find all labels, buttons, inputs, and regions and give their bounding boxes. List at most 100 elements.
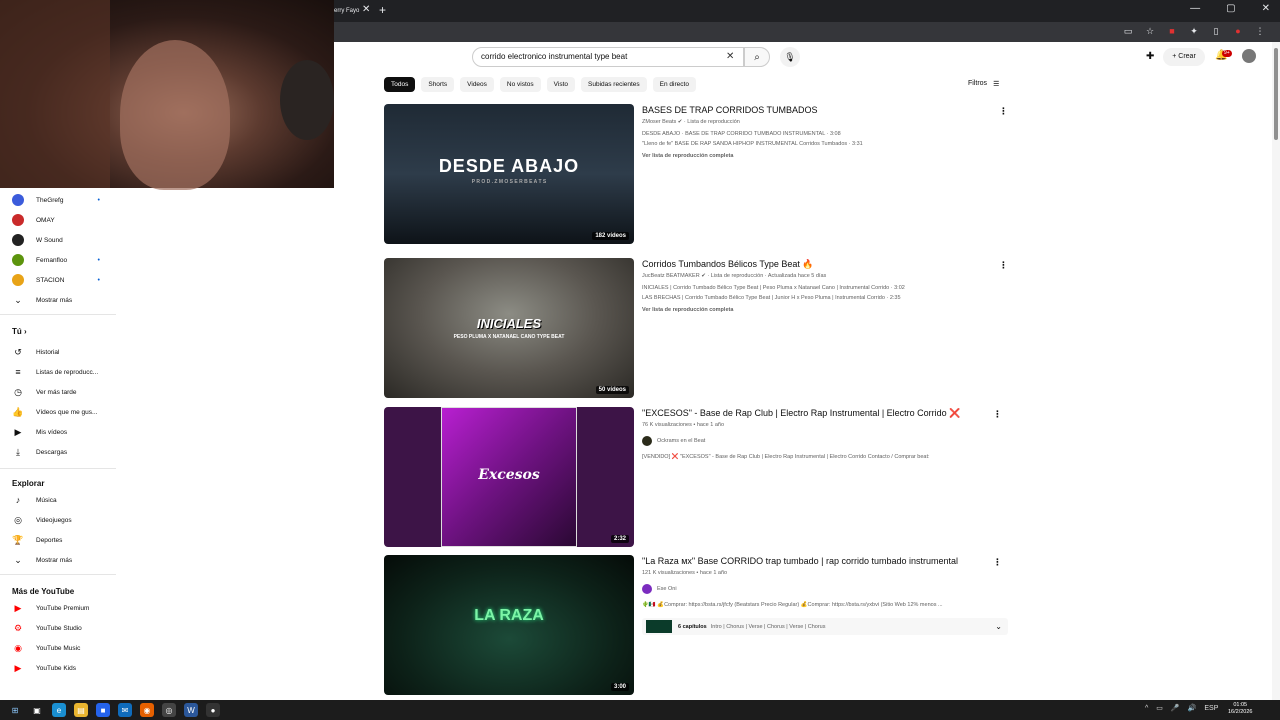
more-actions-icon[interactable]: ⋮ — [993, 409, 1002, 420]
mail-icon[interactable]: ✉ — [118, 703, 132, 717]
sidebar-item-music[interactable]: ♪ Música — [0, 491, 116, 509]
playlist-item[interactable]: DESDE ABAJO · BASE DE TRAP CORRIDO TUMBA… — [642, 131, 1002, 137]
voice-search-button[interactable]: 🎙 — [780, 47, 800, 67]
system-tray: ^ ▭ 🎤 🔊 ESP — [1145, 704, 1218, 713]
obs-icon[interactable]: ● — [206, 703, 220, 717]
scrollbar-thumb[interactable] — [1274, 48, 1278, 140]
extensions-puzzle-icon[interactable]: ✦ — [1188, 25, 1200, 37]
chip-no-vistos[interactable]: No vistos — [499, 77, 541, 92]
result-title[interactable]: BASES DE TRAP CORRIDOS TUMBADOS — [642, 104, 1002, 116]
sidebar-item-historial[interactable]: ↺ Historial — [0, 343, 116, 361]
music-note-icon: ♪ — [15, 495, 21, 505]
youtube-extension-icon[interactable]: ✚ — [1146, 51, 1154, 62]
section-more-youtube-heading: Más de YouTube — [12, 587, 75, 596]
sidebar-item-youtube-premium[interactable]: ▶ YouTube Premium — [0, 599, 116, 617]
webcam-overlay — [0, 0, 334, 190]
view-full-playlist-link[interactable]: Ver lista de reproducción completa — [642, 307, 1002, 313]
more-actions-icon[interactable]: ⋮ — [993, 557, 1002, 568]
chapters-detail: Intro | Chorus | Verse | Chorus | Verse … — [710, 623, 826, 630]
result-meta: 76 K visualizaciones • hace 1 año — [642, 422, 725, 428]
taskbar-clock[interactable]: 01:05 16/2/2026 — [1228, 702, 1252, 716]
result-thumbnail[interactable]: DESDE ABAJO P R O D . Z M O S E R B E A … — [384, 104, 634, 244]
volume-icon[interactable]: 🔊 — [1188, 704, 1197, 712]
bookmark-star-icon[interactable]: ☆ — [1144, 25, 1156, 37]
profile-icon[interactable]: ● — [1232, 25, 1244, 37]
word-icon[interactable]: W — [184, 703, 198, 717]
channel-link[interactable]: Ese Oni — [642, 584, 1002, 594]
youtube-studio-icon: ⚙ — [13, 622, 23, 633]
sidebar-item-watch-later[interactable]: ◷ Ver más tarde — [0, 383, 116, 401]
chapters-bar[interactable]: 6 capítulos Intro | Chorus | Verse | Cho… — [642, 618, 1008, 635]
result-title[interactable]: "EXCESOS" - Base de Rap Club | Electro R… — [642, 407, 1002, 419]
result-thumbnail[interactable]: Excesos 2:32 — [384, 407, 634, 547]
more-actions-icon[interactable]: ⋮ — [999, 106, 1008, 117]
result-meta[interactable]: JucBeatz BEATMAKER ✔ · Lista de reproduc… — [642, 273, 1002, 279]
chip-todos[interactable]: Todos — [384, 77, 416, 92]
channel-link[interactable]: Ockrams en el Beat — [642, 436, 1002, 446]
result-title[interactable]: Corridos Tumbandos Bélicos Type Beat 🔥 — [642, 258, 1002, 270]
create-button[interactable]: + Crear — [1163, 48, 1205, 66]
sidebar-item-sports[interactable]: 🏆 Deportes — [0, 531, 116, 549]
section-you-heading[interactable]: Tú › — [12, 327, 27, 336]
result-thumbnail[interactable]: INICIALES PESO PLUMA X NATANAEL CANO TYP… — [384, 258, 634, 398]
scrollbar-track[interactable] — [1272, 42, 1280, 700]
firefox-icon[interactable]: ◉ — [140, 703, 154, 717]
sidebar-subscription-stacion[interactable]: STACION • — [0, 271, 116, 289]
sidebar-item-gaming[interactable]: ◎ Videojuegos — [0, 511, 116, 529]
tab-close-icon[interactable]: ✕ — [362, 4, 370, 15]
sidebar-item-youtube-studio[interactable]: ⚙ YouTube Studio — [0, 619, 116, 637]
chip-visto[interactable]: Visto — [546, 77, 575, 92]
file-explorer-icon[interactable]: ▤ — [74, 703, 88, 717]
result-meta[interactable]: ZMoser Beats ✔ · Lista de reproducción — [642, 119, 1002, 125]
menu-dots-icon[interactable]: ⋮ — [1254, 25, 1266, 37]
mic-tray-icon[interactable]: 🎤 — [1171, 704, 1180, 712]
chip-videos[interactable]: Videos — [460, 77, 494, 92]
sidebar-item-youtube-music[interactable]: ◉ YouTube Music — [0, 639, 116, 657]
notification-count-badge: 9+ — [1222, 50, 1232, 57]
sidebar-item-youtube-kids[interactable]: ▶ YouTube Kids — [0, 659, 116, 677]
playlist-item[interactable]: INICIALES | Corrido Tumbado Bélico Type … — [642, 285, 1002, 291]
chip-shorts[interactable]: Shorts — [421, 77, 455, 92]
windows-start-icon[interactable]: ⊞ — [8, 703, 22, 717]
language-indicator[interactable]: ESP — [1204, 705, 1218, 712]
filters-button[interactable]: Filtros ☰ — [968, 80, 999, 88]
chip-en-directo[interactable]: En directo — [652, 77, 696, 92]
new-tab-button[interactable]: + — [379, 3, 386, 17]
result-thumbnail[interactable]: LA RAZA 3:00 — [384, 555, 634, 695]
maximize-button[interactable]: ▢ — [1226, 3, 1235, 14]
network-icon[interactable]: ▭ — [1156, 704, 1163, 712]
account-avatar[interactable] — [1242, 49, 1256, 63]
chapter-thumbnail — [646, 620, 672, 633]
chrome-icon[interactable]: ◎ — [162, 703, 176, 717]
sidebar-subscription-thegrefg[interactable]: TheGrefg • — [0, 191, 116, 209]
minimize-button[interactable]: — — [1190, 3, 1200, 14]
sidebar-subscription-omay[interactable]: OMAY — [0, 211, 116, 229]
view-full-playlist-link[interactable]: Ver lista de reproducción completa — [642, 153, 1002, 159]
sidebar-item-liked[interactable]: 👍 Vídeos que me gus... — [0, 403, 116, 421]
more-actions-icon[interactable]: ⋮ — [999, 260, 1008, 271]
sidebar-item-downloads[interactable]: ⤓ Descargas — [0, 443, 116, 461]
sidebar-item-playlists[interactable]: ≡ Listas de reproducc... — [0, 363, 116, 381]
chevron-down-icon[interactable]: ⌄ — [995, 622, 1002, 631]
chip-subidas-recientes[interactable]: Subidas recientes — [581, 77, 647, 92]
playlist-item[interactable]: LAS BRECHAS | Corrido Tumbado Bélico Typ… — [642, 295, 1002, 301]
tray-chevron-icon[interactable]: ^ — [1145, 705, 1148, 712]
extension-red-icon[interactable]: ■ — [1166, 25, 1178, 37]
cast-icon[interactable]: ▭ — [1122, 25, 1134, 37]
sidebar-subscription-fernanfloo[interactable]: Fernanfloo • — [0, 251, 116, 269]
sidebar-subscription-wsound[interactable]: W Sound — [0, 231, 116, 249]
result-title[interactable]: "La Raza ᴍx" Base CORRIDO trap tumbado |… — [642, 555, 1002, 567]
sidebar-panel-icon[interactable]: ▯ — [1210, 25, 1222, 37]
sidebar-show-more-subs[interactable]: ⌄ Mostrar más — [0, 291, 116, 309]
search-button[interactable]: ⌕ — [744, 47, 770, 67]
close-window-button[interactable]: ✕ — [1262, 3, 1270, 14]
playlist-item[interactable]: "Lleno de fe" BASE DE RAP SANDA HIPHOP I… — [642, 141, 1002, 147]
mic-icon: 🎙 — [784, 51, 796, 62]
sidebar-show-more-explore[interactable]: ⌄ Mostrar más — [0, 551, 116, 569]
clear-search-icon[interactable]: ✕ — [726, 51, 734, 62]
task-view-icon[interactable]: ▣ — [30, 703, 44, 717]
search-input[interactable]: corrido electronico instrumental type be… — [472, 47, 744, 67]
edge-browser-icon[interactable]: e — [52, 703, 66, 717]
store-icon[interactable]: ■ — [96, 703, 110, 717]
sidebar-item-my-videos[interactable]: ▶ Mis vídeos — [0, 423, 116, 441]
